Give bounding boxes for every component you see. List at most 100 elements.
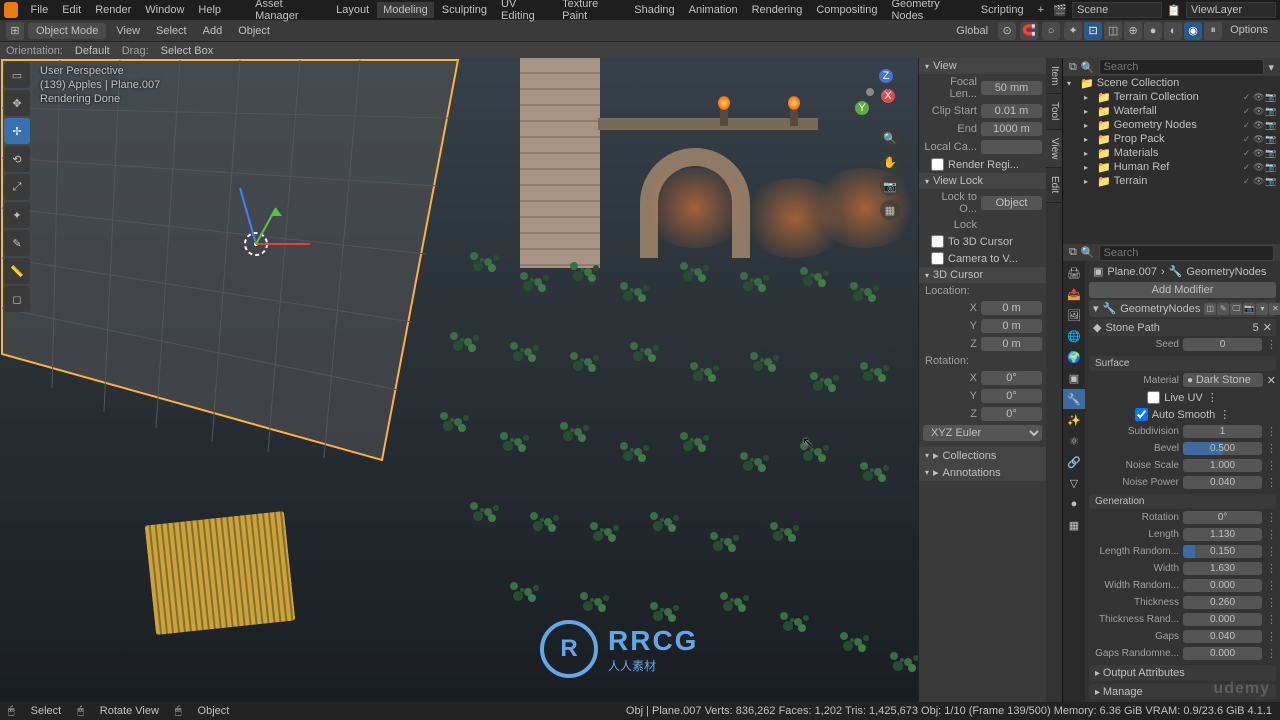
noise-scale-input[interactable]: 1.000	[1183, 459, 1262, 472]
bevel-input[interactable]: 0.500	[1183, 442, 1262, 455]
output-attributes-header[interactable]: ▸ Output Attributes	[1089, 665, 1276, 681]
mod-dropdown-icon[interactable]: ▾	[1256, 303, 1268, 315]
outliner-item[interactable]: Materials	[1114, 147, 1238, 159]
workspace-asset-manager[interactable]: Asset Manager	[249, 0, 328, 24]
outliner-item[interactable]: Waterfall	[1114, 105, 1238, 117]
render-region-checkbox[interactable]	[931, 158, 944, 171]
clip-end-input[interactable]: 1000 m	[981, 122, 1042, 136]
perspective-toggle-icon[interactable]: ▦	[880, 200, 900, 220]
width-input[interactable]: 1.630	[1183, 562, 1262, 575]
lock-to-cursor-checkbox[interactable]	[931, 235, 944, 248]
add-workspace-button[interactable]: +	[1032, 2, 1050, 18]
scene-name-input[interactable]	[1072, 2, 1162, 18]
outliner-item[interactable]: Prop Pack	[1114, 133, 1238, 145]
nodegroup-users[interactable]: 5	[1253, 322, 1259, 334]
mesh-tab-icon[interactable]: ▽	[1063, 473, 1085, 493]
length-random-input[interactable]: 0.150	[1183, 545, 1262, 558]
menu-window[interactable]: Window	[139, 2, 190, 18]
pivot-icon[interactable]: ⊙	[998, 22, 1016, 40]
shading-matprev-icon[interactable]: ◐	[1164, 22, 1182, 40]
transform-tool[interactable]: ✦	[4, 202, 30, 228]
camera-view-icon[interactable]: 📷	[880, 176, 900, 196]
workspace-layout[interactable]: Layout	[330, 2, 375, 18]
render-tab-icon[interactable]: 🖨	[1063, 263, 1085, 283]
outliner-item[interactable]: Terrain	[1114, 175, 1238, 187]
move-tool[interactable]: ✢	[4, 118, 30, 144]
mod-render-icon[interactable]: 📷	[1243, 303, 1255, 315]
mod-realtime-icon[interactable]: 🖵	[1230, 303, 1242, 315]
workspace-scripting[interactable]: Scripting	[975, 2, 1030, 18]
focal-length-input[interactable]: 50 mm	[981, 81, 1042, 95]
pause-render-icon[interactable]: ⏸	[1204, 22, 1222, 40]
local-camera-input[interactable]	[981, 140, 1042, 154]
view-panel-header[interactable]: View	[919, 58, 1046, 74]
collections-panel-header[interactable]: ▸ Collections	[919, 447, 1046, 464]
seed-input[interactable]: 0	[1183, 338, 1262, 351]
menu-render[interactable]: Render	[89, 2, 137, 18]
clip-start-input[interactable]: 0.01 m	[981, 104, 1042, 118]
cursor-loc-y[interactable]: 0 m	[981, 319, 1042, 333]
viewlock-panel-header[interactable]: View Lock	[919, 173, 1046, 189]
add-cube-tool[interactable]: ◻	[4, 286, 30, 312]
workspace-compositing[interactable]: Compositing	[810, 2, 883, 18]
scale-tool[interactable]: ⤢	[4, 174, 30, 200]
material-input[interactable]: ● Dark Stone	[1183, 373, 1263, 387]
workspace-modeling[interactable]: Modeling	[377, 2, 434, 18]
snap-icon[interactable]: 🧲	[1020, 22, 1038, 40]
measure-tool[interactable]: 📏	[4, 258, 30, 284]
modifier-header[interactable]: ▾🔧 GeometryNodes ◫ ✎ 🖵 📷 ▾ ✕	[1089, 300, 1276, 317]
props-display-icon[interactable]: ⧉	[1069, 246, 1077, 259]
outliner-search-input[interactable]	[1099, 59, 1265, 75]
workspace-rendering[interactable]: Rendering	[746, 2, 809, 18]
constraints-tab-icon[interactable]: 🔗	[1063, 452, 1085, 472]
rotation-mode-select[interactable]: XYZ Euler	[923, 425, 1042, 441]
filter-icon[interactable]: ▾	[1268, 61, 1274, 74]
viewlayer-name-input[interactable]	[1186, 2, 1276, 18]
generation-section-header[interactable]: Generation	[1089, 494, 1276, 509]
orientation-value[interactable]: Default	[75, 45, 110, 57]
subdivision-input[interactable]: 1	[1183, 425, 1262, 438]
gaps-input[interactable]: 0.040	[1183, 630, 1262, 643]
mod-delete-icon[interactable]: ✕	[1269, 303, 1280, 315]
cursor-rot-z[interactable]: 0°	[981, 407, 1042, 421]
outliner-display-mode-icon[interactable]: ⧉	[1069, 61, 1077, 74]
menu-help[interactable]: Help	[192, 2, 227, 18]
auto-smooth-checkbox[interactable]	[1135, 408, 1148, 421]
annotations-panel-header[interactable]: ▸ Annotations	[919, 464, 1046, 481]
material-tab-icon[interactable]: ●	[1063, 494, 1085, 514]
mod-cage-icon[interactable]: ◫	[1204, 303, 1216, 315]
mode-select[interactable]: Object Mode	[28, 23, 106, 39]
surface-section-header[interactable]: Surface	[1089, 356, 1276, 371]
cursor-loc-x[interactable]: 0 m	[981, 301, 1042, 315]
workspace-sculpting[interactable]: Sculpting	[436, 2, 493, 18]
drag-value[interactable]: Select Box	[161, 45, 214, 57]
texture-tab-icon[interactable]: ▦	[1063, 515, 1085, 535]
nodegroup-unlink-icon[interactable]: ✕	[1263, 321, 1272, 334]
menu-edit[interactable]: Edit	[56, 2, 87, 18]
width-random-input[interactable]: 0.000	[1183, 579, 1262, 592]
tab-view[interactable]: View	[1046, 130, 1062, 169]
tab-item[interactable]: Item	[1046, 58, 1062, 94]
output-tab-icon[interactable]: 📤	[1063, 284, 1085, 304]
app-logo-icon[interactable]	[4, 2, 18, 18]
shading-solid-icon[interactable]: ●	[1144, 22, 1162, 40]
workspace-shading[interactable]: Shading	[628, 2, 680, 18]
select-tool[interactable]: ▭	[4, 62, 30, 88]
workspace-texture-paint[interactable]: Texture Paint	[556, 0, 626, 24]
camera-to-view-checkbox[interactable]	[931, 252, 944, 265]
workspace-uv-editing[interactable]: UV Editing	[495, 0, 554, 24]
nodegroup-name[interactable]: Stone Path	[1105, 322, 1159, 334]
outliner-item[interactable]: Terrain Collection	[1114, 91, 1238, 103]
zoom-icon[interactable]: 🔍	[880, 128, 900, 148]
prop-menu-icon[interactable]: ⋮	[1266, 338, 1276, 351]
transform-orientation[interactable]: Global	[950, 23, 994, 39]
modifier-name[interactable]: GeometryNodes	[1120, 303, 1200, 315]
pan-icon[interactable]: ✋	[880, 152, 900, 172]
clear-icon[interactable]: ✕	[1267, 374, 1276, 387]
viewlayer-tab-icon[interactable]: 🖼	[1063, 305, 1085, 325]
header-select[interactable]: Select	[150, 23, 193, 39]
header-view[interactable]: View	[110, 23, 146, 39]
properties-search-input[interactable]	[1099, 245, 1274, 261]
xray-icon[interactable]: ◫	[1104, 22, 1122, 40]
shading-rendered-icon[interactable]: ◉	[1184, 22, 1202, 40]
